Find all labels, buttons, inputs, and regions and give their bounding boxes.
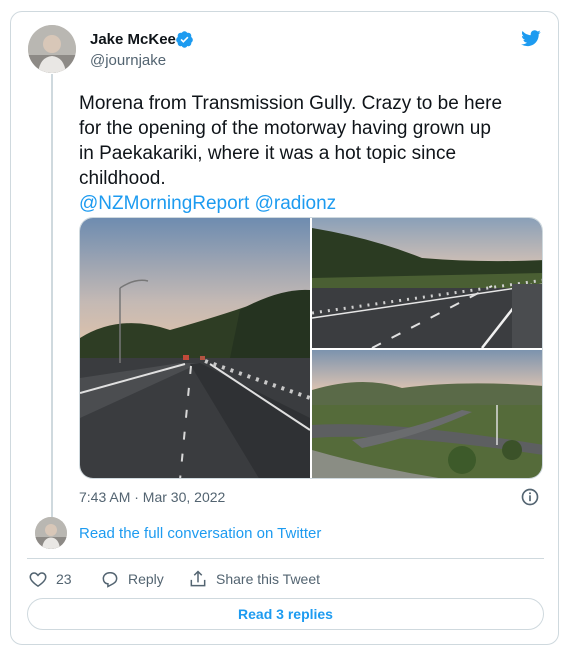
- twitter-bird-icon[interactable]: [519, 28, 543, 48]
- author-avatar[interactable]: [28, 25, 76, 73]
- author-handle[interactable]: @journjake: [90, 52, 166, 69]
- tweet-text-line: childhood.: [79, 168, 166, 189]
- tweet-text-line: in Paekakariki, where it was a hot topic…: [79, 143, 457, 164]
- read-conversation-link[interactable]: Read the full conversation on Twitter: [79, 525, 321, 542]
- photo-motorway-barrier[interactable]: [312, 218, 542, 348]
- photo-motorway-lanes[interactable]: [80, 218, 310, 478]
- tweet-text: Morena from Transmission Gully. Crazy to…: [79, 91, 549, 216]
- tweet-card: Jake McKee @journjake Morena from Transm…: [10, 11, 559, 645]
- author-name[interactable]: Jake McKee: [90, 31, 176, 48]
- reply-button[interactable]: Reply: [100, 569, 164, 589]
- tweet-text-line: Morena from Transmission Gully. Crazy to…: [79, 93, 503, 114]
- tweet-timestamp[interactable]: 7:43 AM · Mar 30, 2022: [79, 489, 225, 505]
- heart-icon: [29, 572, 47, 587]
- mention-link[interactable]: @NZMorningReport: [79, 193, 249, 214]
- mentions-line: @NZMorningReport @radionz: [79, 191, 549, 216]
- mention-link[interactable]: @radionz: [255, 193, 337, 214]
- share-icon: [190, 570, 206, 587]
- share-label: Share this Tweet: [216, 571, 321, 587]
- share-button[interactable]: Share this Tweet: [188, 569, 320, 589]
- tweet-text-line: for the opening of the motorway having g…: [79, 118, 491, 139]
- media-grid: [79, 217, 543, 479]
- reply-icon: [102, 572, 118, 588]
- verified-badge-icon: [176, 31, 193, 48]
- author-avatar-small[interactable]: [35, 517, 67, 549]
- divider: [27, 558, 544, 559]
- info-icon[interactable]: [520, 487, 540, 507]
- photo-interchange[interactable]: [312, 350, 542, 478]
- reply-label: Reply: [128, 571, 164, 587]
- thread-line: [51, 74, 53, 524]
- like-button[interactable]: 23: [28, 569, 72, 589]
- read-replies-button[interactable]: Read 3 replies: [27, 598, 544, 630]
- like-count: 23: [56, 571, 72, 587]
